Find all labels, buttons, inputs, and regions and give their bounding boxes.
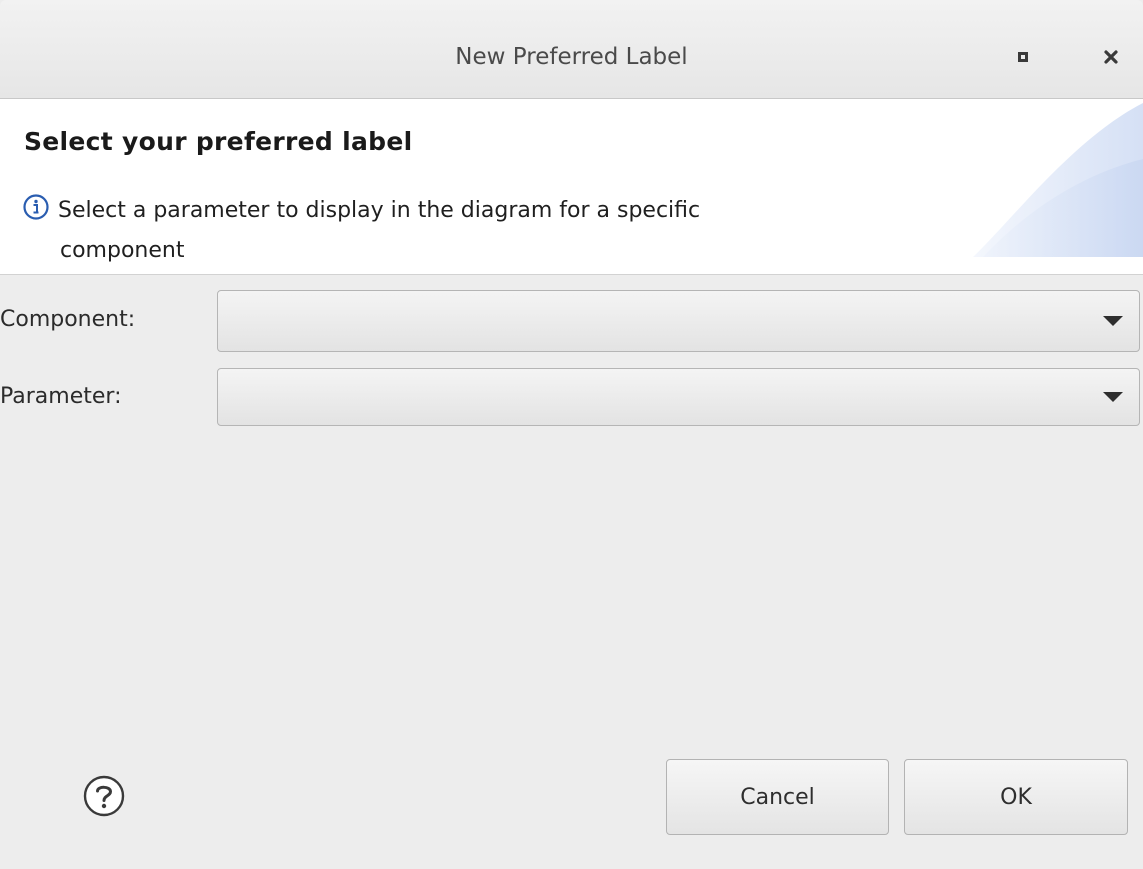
help-icon[interactable]: [81, 773, 127, 819]
parameter-label: Parameter:: [0, 384, 122, 409]
maximize-icon: [1018, 52, 1028, 62]
banner-message-line2: component: [60, 238, 185, 263]
maximize-button[interactable]: [1010, 44, 1036, 70]
close-icon: [1104, 50, 1118, 64]
ok-button[interactable]: OK: [904, 759, 1128, 835]
component-dropdown[interactable]: [217, 290, 1140, 352]
component-label: Component:: [0, 307, 136, 332]
title-bar: New Preferred Label: [0, 0, 1143, 99]
banner-message-line1: Select a parameter to display in the dia…: [58, 198, 701, 223]
close-button[interactable]: [1098, 44, 1124, 70]
banner-message: Select a parameter to display in the dia…: [22, 191, 902, 271]
window-title: New Preferred Label: [455, 44, 688, 70]
info-icon: [23, 194, 49, 220]
chevron-down-icon: [1103, 392, 1123, 402]
parameter-dropdown[interactable]: [217, 368, 1140, 426]
banner-decoration: [973, 103, 1143, 257]
header-banner: Select your preferred label Select a par…: [0, 99, 1143, 275]
cancel-button[interactable]: Cancel: [666, 759, 889, 835]
dialog-window: New Preferred Label Select your preferre…: [0, 0, 1143, 869]
chevron-down-icon: [1103, 316, 1123, 326]
banner-title: Select your preferred label: [24, 127, 413, 156]
